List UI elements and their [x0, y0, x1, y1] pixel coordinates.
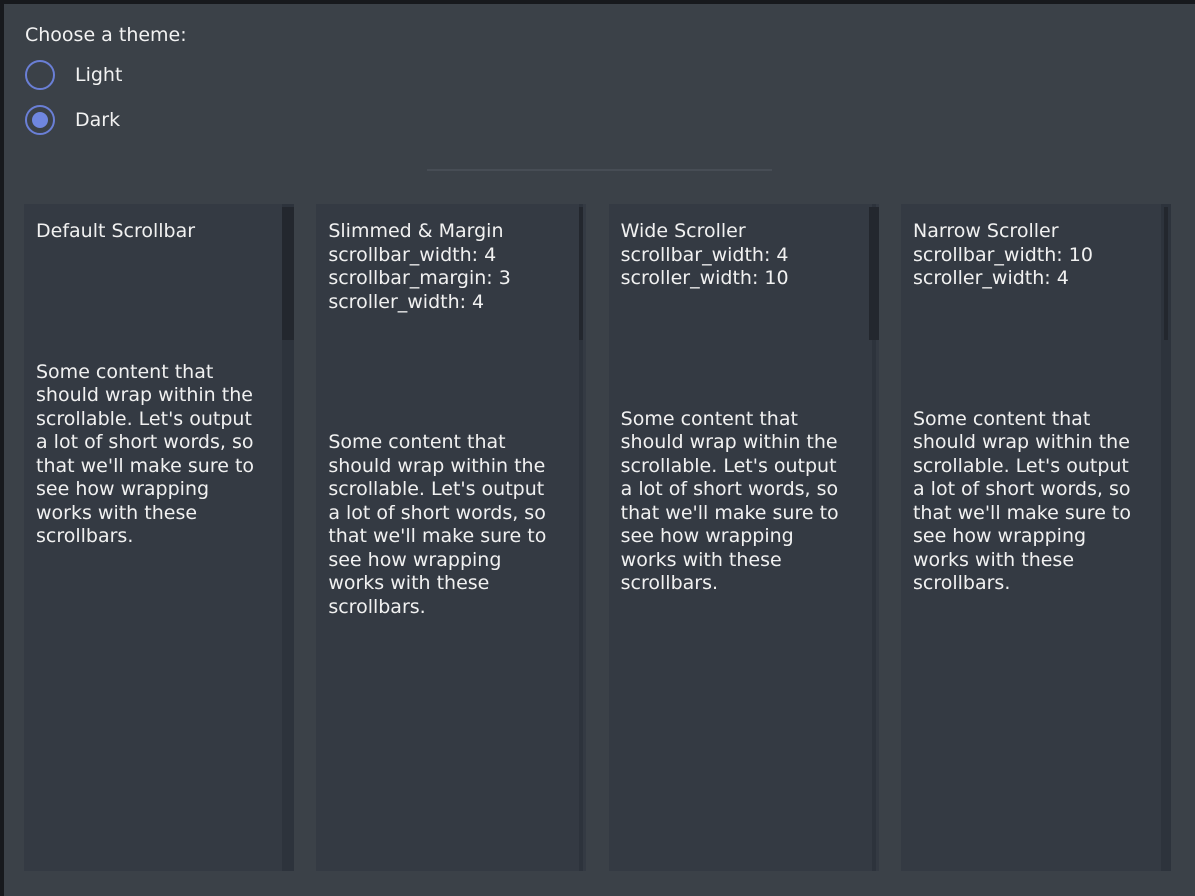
- radio-label-light: Light: [75, 63, 122, 87]
- radio-circle-icon: [25, 60, 55, 90]
- scrollbar-thumb[interactable]: [869, 207, 879, 340]
- window-border-top: [0, 0, 1195, 4]
- radio-option-dark[interactable]: Dark: [25, 105, 120, 135]
- scrollbar-thumb[interactable]: [1164, 207, 1168, 340]
- panel-content-text: Some content that should wrap within the…: [36, 361, 282, 549]
- radio-label-dark: Dark: [75, 108, 120, 132]
- panel-title: Default Scrollbar: [36, 220, 282, 244]
- panel-params: scrollbar_width: 4 scroller_width: 10: [621, 244, 867, 291]
- panel-default-scrollbar[interactable]: Default Scrollbar Some content that shou…: [24, 204, 294, 871]
- panel-narrow-scroller[interactable]: Narrow Scroller scrollbar_width: 10 scro…: [901, 204, 1171, 871]
- panel-content-text: Some content that should wrap within the…: [328, 431, 574, 619]
- scrollbar-thumb[interactable]: [579, 207, 583, 340]
- panel-title: Slimmed & Margin: [328, 220, 574, 244]
- radio-dot: [32, 112, 48, 128]
- panel-wide-scroller[interactable]: Wide Scroller scrollbar_width: 4 scrolle…: [609, 204, 879, 871]
- window-border-left: [0, 0, 4, 896]
- theme-chooser-label: Choose a theme:: [25, 23, 187, 47]
- panel-title: Narrow Scroller: [913, 220, 1159, 244]
- scrollbar-demo-row: Default Scrollbar Some content that shou…: [24, 204, 1171, 871]
- radio-option-light[interactable]: Light: [25, 60, 122, 90]
- panel-slimmed-margin[interactable]: Slimmed & Margin scrollbar_width: 4 scro…: [316, 204, 586, 871]
- radio-dot: [32, 67, 48, 83]
- panel-content-text: Some content that should wrap within the…: [913, 408, 1159, 596]
- radio-circle-icon: [25, 105, 55, 135]
- section-divider: [427, 169, 772, 171]
- panel-params: scrollbar_width: 4 scrollbar_margin: 3 s…: [328, 244, 574, 315]
- scrollbar-thumb[interactable]: [282, 207, 294, 340]
- panel-params: scrollbar_width: 10 scroller_width: 4: [913, 244, 1159, 291]
- panel-title: Wide Scroller: [621, 220, 867, 244]
- panel-content-text: Some content that should wrap within the…: [621, 408, 867, 596]
